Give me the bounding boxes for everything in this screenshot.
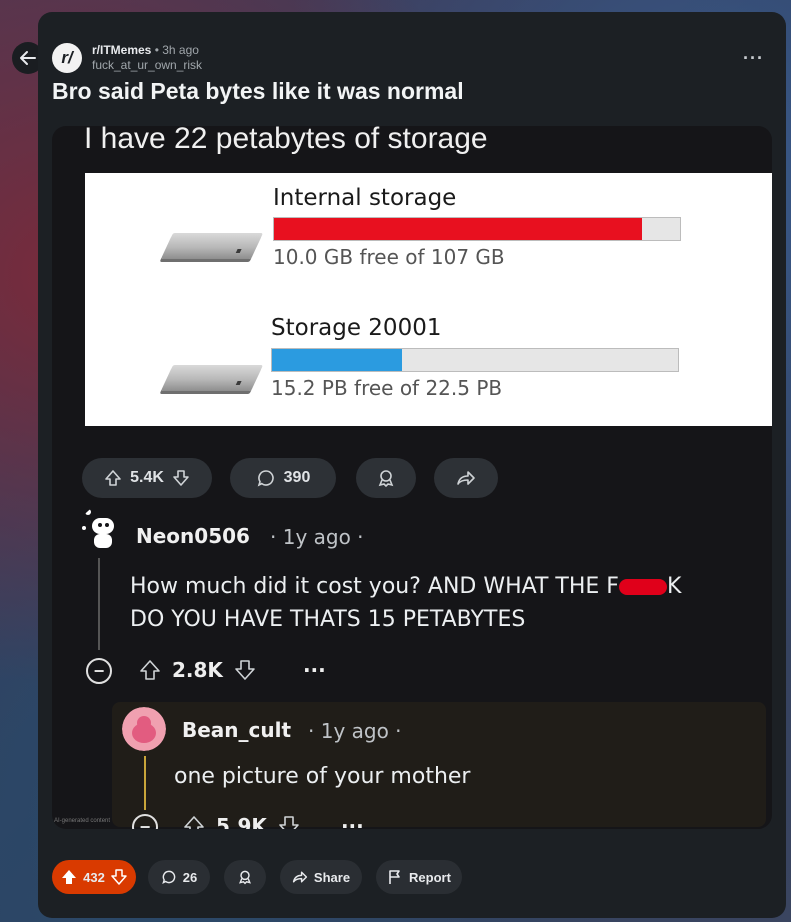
comment-author: Bean_cult	[182, 718, 292, 742]
flag-icon	[389, 870, 400, 884]
comment-text: How much did it cost you? AND WHAT THE F…	[130, 570, 681, 636]
share-icon	[457, 471, 475, 485]
comments-button[interactable]: 26	[148, 860, 210, 894]
comment-votes: 2.8K ···	[138, 658, 326, 682]
drive-label: Internal storage	[273, 185, 457, 211]
thread-line	[98, 558, 100, 650]
comment-line: K	[666, 574, 682, 599]
comment-line: DO YOU HAVE THATS 15 PETABYTES	[130, 607, 526, 632]
post-card: r/ r/ITMemes • 3h ago fuck_at_ur_own_ris…	[38, 12, 786, 918]
meta-separator: •	[154, 43, 159, 57]
drive-free-text: 15.2 PB free of 22.5 PB	[271, 376, 503, 400]
upvote-icon	[140, 660, 160, 680]
more-options-button[interactable]: ···	[743, 48, 764, 69]
meme-upvote-count: 5.4K	[130, 469, 164, 486]
meme-heading: I have 22 petabytes of storage	[84, 126, 488, 155]
comment-author: Neon0506	[136, 524, 250, 548]
comment-icon	[161, 870, 176, 884]
meme-share-pill	[434, 458, 498, 498]
drive-free-text: 10.0 GB free of 107 GB	[273, 245, 505, 269]
arrow-left-icon	[20, 51, 36, 65]
storage-panel: Internal storage 10.0 GB free of 107 GB …	[85, 173, 772, 426]
downvote-icon	[173, 470, 189, 486]
share-icon	[292, 871, 308, 883]
comment-time: · 1y ago ·	[270, 525, 364, 549]
drive-label: Storage 20001	[271, 315, 442, 341]
award-button[interactable]	[224, 860, 266, 894]
comment-more: ···	[340, 814, 364, 829]
comment-text: one picture of your mother	[174, 764, 471, 789]
hard-drive-icon	[160, 233, 264, 259]
comment-count: 26	[182, 869, 198, 885]
comment-vote-count: 2.8K	[172, 658, 223, 682]
upvote-icon	[184, 816, 204, 829]
storage-bar-fill	[274, 218, 643, 240]
ai-watermark: AI-generated content	[54, 818, 111, 824]
downvote-icon	[279, 816, 299, 829]
comment-time: · 1y ago ·	[308, 719, 402, 743]
thread-line	[144, 756, 146, 810]
comment-vote-count: 5.9K	[216, 814, 267, 829]
post-time: 3h ago	[162, 43, 199, 57]
subreddit-link[interactable]: r/ITMemes	[92, 43, 151, 57]
meme-vote-pill: 5.4K	[82, 458, 212, 498]
avatar	[82, 509, 114, 548]
comment-icon	[257, 470, 274, 487]
share-label: Share	[313, 869, 351, 885]
comment-votes: 5.9K ···	[182, 814, 364, 829]
avatar	[122, 707, 166, 751]
meme-award-pill	[356, 458, 416, 498]
post-meta: r/ITMemes • 3h ago fuck_at_ur_own_risk	[92, 43, 202, 73]
vote-button[interactable]: 432	[52, 860, 136, 894]
downvote-icon[interactable]	[111, 869, 127, 885]
downvote-icon	[235, 660, 255, 680]
upvote-filled-icon[interactable]	[61, 869, 77, 885]
comment-line: How much did it cost you? AND WHAT THE F	[130, 574, 619, 599]
meme-comments-pill: 390	[230, 458, 336, 498]
storage-bar	[271, 348, 679, 372]
redaction-mark	[618, 579, 667, 595]
post-title: Bro said Peta bytes like it was normal	[52, 78, 464, 104]
collapse-icon: −	[86, 658, 112, 684]
hard-drive-icon	[160, 365, 264, 391]
award-icon	[239, 870, 251, 885]
report-button[interactable]: Report	[376, 860, 462, 894]
subreddit-icon[interactable]: r/	[52, 43, 82, 73]
author-link[interactable]: fuck_at_ur_own_risk	[92, 58, 202, 73]
post-image[interactable]: I have 22 petabytes of storage Internal …	[52, 126, 772, 829]
storage-bar-fill	[272, 349, 402, 371]
upvote-icon	[105, 470, 121, 486]
award-icon	[378, 470, 394, 488]
meme-comment-count: 390	[283, 469, 311, 486]
share-button[interactable]: Share	[280, 860, 362, 894]
post-score: 432	[83, 869, 105, 885]
storage-bar	[273, 217, 681, 241]
report-label: Report	[409, 869, 451, 885]
comment-more: ···	[302, 658, 326, 682]
